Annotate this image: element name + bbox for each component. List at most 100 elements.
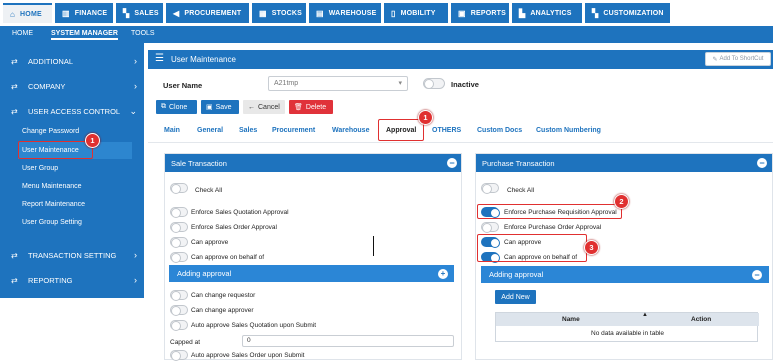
sale-option-label: Can approve <box>191 239 229 246</box>
sale-adding-label: Can change requestor <box>191 292 256 299</box>
sale-adding-toggle[interactable] <box>170 350 188 361</box>
collapse-icon[interactable]: − <box>752 270 762 280</box>
arrows-icon: ⇄ <box>11 275 18 285</box>
tab-sales[interactable]: Sales <box>239 127 257 134</box>
sale-check-all-toggle[interactable] <box>170 183 188 194</box>
top-tab-warehouse[interactable]: ▤ WAREHOUSE <box>309 3 381 23</box>
expand-icon[interactable]: + <box>438 269 448 279</box>
approval-table: Name ▲ Action No data available in table <box>495 312 759 342</box>
inactive-toggle[interactable] <box>423 78 445 89</box>
sale-panel-header: Sale Transaction <box>165 154 461 172</box>
sidebar-item-user-group-setting[interactable]: User Group Setting <box>22 219 82 226</box>
text-cursor <box>373 236 374 256</box>
tab-main[interactable]: Main <box>164 127 180 134</box>
sidebar-section-transaction-setting[interactable]: ⇄ TRANSACTION SETTING › <box>0 245 144 265</box>
tab-custom-docs[interactable]: Custom Docs <box>477 127 522 134</box>
megaphone-icon: ◀ <box>173 8 180 18</box>
column-header-action: Action <box>691 316 712 323</box>
sale-adding-toggle[interactable] <box>170 305 188 316</box>
sale-adding-label: Auto approve Sales Quotation upon Submit <box>191 322 317 329</box>
top-navigation: ⌂ HOME ▥ FINANCE ▚ SALES ◀ PROCUREMENT ▦ STOC… <box>0 0 773 26</box>
sale-adding-toggle[interactable] <box>170 290 188 301</box>
trash-icon: 🗑 <box>294 104 303 111</box>
box-icon: ▦ <box>259 8 267 18</box>
save-button[interactable]: ▣ Save <box>201 100 239 114</box>
sale-adding-label: Can change approver <box>191 307 254 314</box>
tab-others[interactable]: OTHERS <box>432 127 461 134</box>
top-tab-finance[interactable]: ▥ FINANCE <box>55 3 113 23</box>
arrows-icon: ⇄ <box>11 56 18 66</box>
tab-warehouse[interactable]: Warehouse <box>332 127 369 134</box>
top-tab-analytics[interactable]: ▙ ANALYTICS <box>512 3 582 23</box>
top-tab-sales[interactable]: ▚ SALES <box>116 3 163 23</box>
sale-adding-toggle[interactable] <box>170 320 188 331</box>
purchase-check-all-label: Check All <box>507 187 535 194</box>
hamburger-icon[interactable]: ☰ <box>155 53 164 64</box>
sale-option-toggle[interactable] <box>170 222 188 233</box>
annotation-badge: 2 <box>614 194 629 209</box>
annotation-badge: 1 <box>85 133 100 148</box>
tab-divider <box>148 142 773 143</box>
sidebar-item-user-group[interactable]: User Group <box>22 165 58 172</box>
top-tab-reports[interactable]: ▣ REPORTS <box>451 3 509 23</box>
column-header-name[interactable]: Name <box>562 316 580 323</box>
collapse-icon[interactable]: − <box>447 158 457 168</box>
inactive-label: Inactive <box>451 80 479 89</box>
subnav-home[interactable]: HOME <box>12 30 33 37</box>
add-to-shortcut-button[interactable]: ✎ Add To ShortCut <box>705 52 771 66</box>
top-tab-home[interactable]: ⌂ HOME <box>3 3 52 23</box>
copy-icon: ⧉ <box>161 103 166 110</box>
sale-option-toggle[interactable] <box>170 237 188 248</box>
top-tab-customization[interactable]: ▚ CUSTOMIZATION <box>585 3 670 23</box>
annotation-badge: 1 <box>418 110 433 125</box>
sale-adding-label: Auto approve Sales Order upon Submit <box>191 352 305 359</box>
sale-option-label: Enforce Sales Order Approval <box>191 224 277 231</box>
sidebar-item-change-password[interactable]: Change Password <box>22 128 79 135</box>
table-header: Name ▲ Action <box>496 312 759 326</box>
sidebar-item-report-maintenance[interactable]: Report Maintenance <box>22 201 85 208</box>
floppy-icon: ▣ <box>206 104 213 111</box>
arrow-left-icon: ← <box>248 103 255 111</box>
purchase-panel-header: Purchase Transaction <box>476 154 772 172</box>
arrows-icon: ⇄ <box>11 106 18 116</box>
user-name-label: User Name <box>163 81 203 90</box>
chart-icon: ▙ <box>519 8 526 18</box>
purchase-check-all-toggle[interactable] <box>481 183 499 194</box>
purchase-adding-approval-header: Adding approval <box>481 266 769 283</box>
collapse-icon[interactable]: − <box>757 158 767 168</box>
annotation-badge: 3 <box>584 240 599 255</box>
tab-general[interactable]: General <box>197 127 223 134</box>
cancel-button[interactable]: ← Cancel <box>243 100 285 114</box>
sub-navigation: HOME SYSTEM MANAGER TOOLS <box>0 26 773 43</box>
sale-option-toggle[interactable] <box>170 207 188 218</box>
purchase-option-label: Enforce Purchase Order Approval <box>504 224 602 231</box>
sort-icon[interactable]: ▲ <box>642 312 648 318</box>
capped-at-input[interactable]: 0 <box>242 335 454 347</box>
delete-button[interactable]: 🗑 Delete <box>289 100 333 114</box>
purchase-option-toggle[interactable] <box>481 222 499 233</box>
sidebar-section-user-access-control[interactable]: ⇄ USER ACCESS CONTROL ⌄ <box>0 101 144 121</box>
subnav-tools[interactable]: TOOLS <box>131 30 155 37</box>
sidebar-item-menu-maintenance[interactable]: Menu Maintenance <box>22 183 82 190</box>
subnav-system-manager[interactable]: SYSTEM MANAGER <box>51 30 118 40</box>
annotation-box-approval-tab <box>378 119 424 141</box>
link-icon: ✎ <box>712 56 718 63</box>
clone-button[interactable]: ⧉ Clone <box>156 100 197 114</box>
sale-option-toggle[interactable] <box>170 252 188 263</box>
sale-check-all-label: Check All <box>195 187 223 194</box>
top-tab-procurement[interactable]: ◀ PROCUREMENT <box>166 3 249 23</box>
report-icon: ▣ <box>458 8 466 18</box>
sidebar-section-company[interactable]: ⇄ COMPANY › <box>0 76 144 96</box>
sidebar-section-additional[interactable]: ⇄ ADDITIONAL › <box>0 51 144 71</box>
top-tab-stocks[interactable]: ▦ STOCKS <box>252 3 306 23</box>
chevron-right-icon: › <box>134 275 137 285</box>
annotation-box-user-maintenance <box>18 141 93 159</box>
tab-custom-numbering[interactable]: Custom Numbering <box>536 127 601 134</box>
add-new-button[interactable]: Add New <box>495 290 536 304</box>
page-header: ☰ User Maintenance <box>148 50 773 69</box>
top-tab-mobility[interactable]: ▯ MOBILITY <box>384 3 448 23</box>
user-name-select[interactable]: A21tmp ▾ <box>268 76 408 91</box>
sidebar-section-reporting[interactable]: ⇄ REPORTING › <box>0 270 144 290</box>
tab-procurement[interactable]: Procurement <box>272 127 315 134</box>
capped-at-label: Capped at <box>170 339 200 346</box>
